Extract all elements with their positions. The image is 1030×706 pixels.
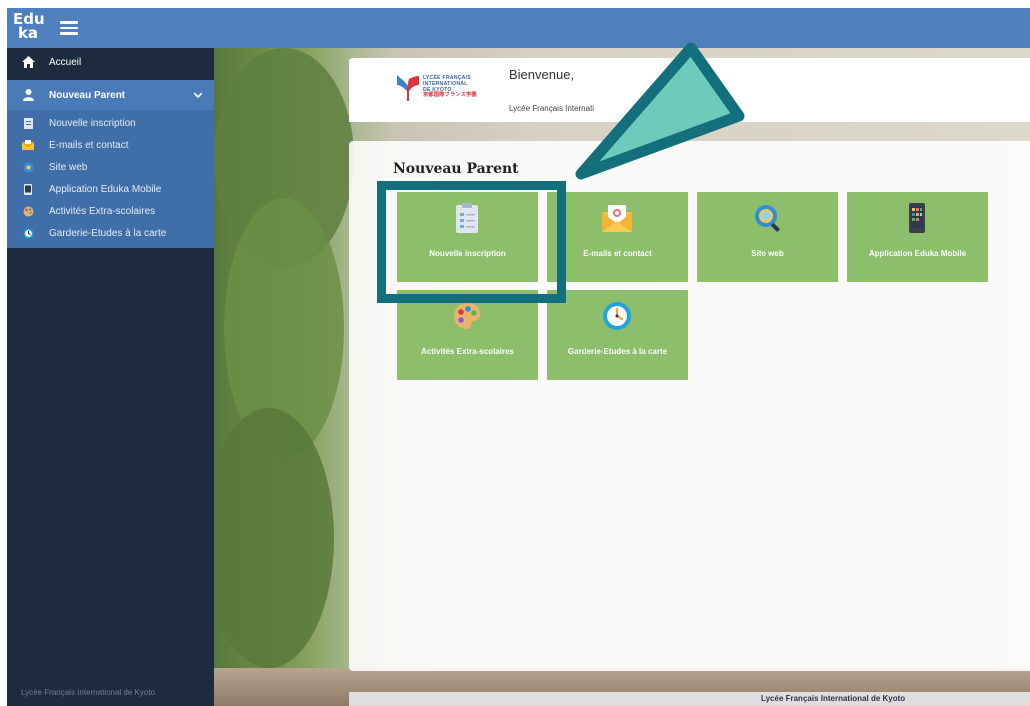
user-icon — [21, 88, 35, 102]
smartphone-icon — [909, 203, 925, 233]
chevron-down-icon — [193, 90, 203, 99]
sidebar-item-label: Application Eduka Mobile — [49, 183, 162, 195]
tile-label: Garderie-Etudes à la carte — [567, 347, 668, 356]
tile-label: E-mails et contact — [583, 249, 652, 258]
palette-icon — [21, 204, 35, 218]
tile-site-web[interactable]: Site web — [697, 192, 838, 282]
home-icon — [21, 55, 35, 69]
tile-application-mobile[interactable]: Application Eduka Mobile — [847, 192, 988, 282]
sidebar-item-site-web[interactable]: Site web — [7, 156, 214, 178]
footer-bar: Lycée Français International de Kyoto — [349, 692, 1030, 706]
sidebar-item-label: Garderie-Etudes à la carte — [49, 227, 167, 239]
tile-garderie-etudes[interactable]: Garderie-Etudes à la carte — [547, 290, 688, 380]
paint-palette-icon — [454, 303, 481, 329]
sidebar-item-label: Nouvelle inscription — [49, 117, 136, 129]
globe-search-icon — [755, 205, 780, 232]
footer-text: Lycée Français International de Kyoto — [761, 694, 906, 703]
sidebar-submenu: Nouvelle inscription E-mails et contact … — [7, 110, 214, 248]
sidebar-item-activites[interactable]: Activités Extra-scolaires — [7, 200, 214, 222]
sidebar-item-label: Activités Extra-scolaires — [49, 205, 156, 217]
sidebar-item-label: Nouveau Parent — [49, 89, 126, 101]
screen: Edu ka Accueil Nouveau Parent Nouvelle i… — [7, 8, 1030, 706]
globe-icon — [21, 160, 35, 174]
tile-emails-contact[interactable]: E-mails et contact — [547, 192, 688, 282]
highlight-box — [377, 181, 566, 303]
envelope-icon — [602, 205, 632, 232]
pointer-arrow-icon — [575, 42, 745, 180]
tile-label: Site web — [751, 249, 784, 258]
tile-activites-extra-scolaires[interactable]: Activités Extra-scolaires — [397, 290, 538, 380]
mail-icon — [21, 138, 35, 152]
top-bar: Edu ka — [7, 8, 1030, 48]
tile-label: Application Eduka Mobile — [868, 249, 967, 258]
hamburger-menu-icon[interactable] — [60, 21, 78, 35]
clock-icon — [21, 226, 35, 240]
sidebar-item-label: Accueil — [49, 56, 82, 68]
sidebar-item-accueil[interactable]: Accueil — [7, 51, 214, 73]
sidebar-item-nouveau-parent[interactable]: Nouveau Parent — [7, 80, 214, 110]
phone-icon — [21, 182, 35, 196]
sidebar-footer: Lycée Français International de Kyoto — [21, 688, 156, 697]
welcome-text: Bienvenue, — [509, 67, 575, 82]
document-icon — [21, 116, 35, 130]
school-logo: LYCÉE FRANÇAIS INTERNATIONAL DE KYOTO 京都… — [397, 69, 492, 109]
tile-label: Activités Extra-scolaires — [421, 347, 514, 356]
sidebar-item-label: Site web — [49, 161, 88, 173]
sidebar-item-nouvelle-inscription[interactable]: Nouvelle inscription — [7, 112, 214, 134]
sidebar-item-label: E-mails et contact — [49, 139, 129, 151]
eduka-logo[interactable]: Edu ka — [13, 12, 45, 41]
sidebar: Accueil Nouveau Parent Nouvelle inscript… — [7, 48, 214, 706]
school-logo-text: LYCÉE FRANÇAIS INTERNATIONAL DE KYOTO 京都… — [423, 75, 477, 99]
page-title: Nouveau Parent — [393, 161, 519, 177]
clock-icon — [603, 302, 631, 330]
sidebar-item-application-mobile[interactable]: Application Eduka Mobile — [7, 178, 214, 200]
sidebar-item-garderie[interactable]: Garderie-Etudes à la carte — [7, 222, 214, 244]
sidebar-item-emails-contact[interactable]: E-mails et contact — [7, 134, 214, 156]
school-logo-mark — [397, 75, 419, 101]
